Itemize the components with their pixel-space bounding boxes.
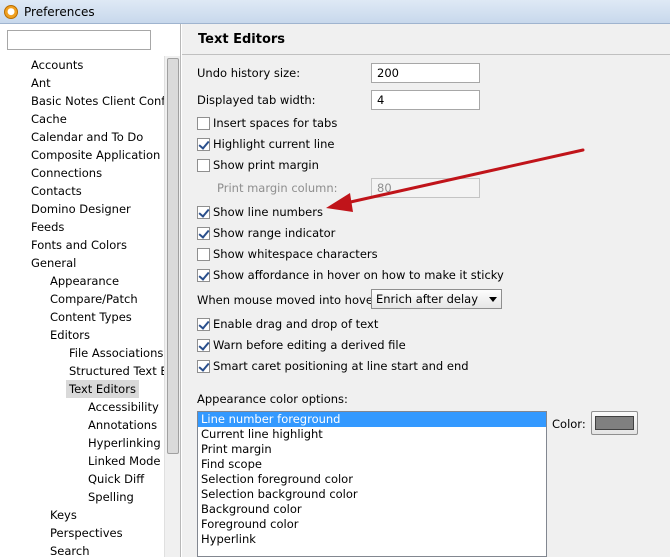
color-option-item[interactable]: Foreground color	[198, 517, 546, 532]
drag-drop-label: Enable drag and drop of text	[213, 317, 379, 331]
highlight-line-checkbox[interactable]: Highlight current line	[197, 136, 334, 152]
insert-spaces-label: Insert spaces for tabs	[213, 116, 338, 130]
affordance-label: Show affordance in hover on how to make …	[213, 268, 504, 282]
tree-item[interactable]: Annotations	[88, 416, 157, 434]
hover-label: When mouse moved into hover:	[197, 293, 382, 307]
tree-item[interactable]: Calendar and To Do	[31, 128, 143, 146]
preferences-tree-pane: Accounts Ant Basic Notes Client Config Cach…	[0, 24, 181, 557]
warn-derived-box[interactable]	[197, 338, 210, 352]
tree-scrollbar[interactable]	[164, 56, 180, 557]
tree-item[interactable]: Hyperlinking	[88, 434, 161, 452]
tree-item[interactable]: Compare/Patch	[50, 290, 138, 308]
line-numbers-checkbox[interactable]: Show line numbers	[197, 204, 323, 220]
tab-width-label: Displayed tab width:	[197, 93, 316, 107]
warn-derived-checkbox[interactable]: Warn before editing a derived file	[197, 337, 406, 353]
color-option-item[interactable]: Background color	[198, 502, 546, 517]
line-numbers-label: Show line numbers	[213, 205, 323, 219]
appearance-color-list[interactable]: Line number foreground Current line highl…	[197, 411, 547, 557]
tree-item[interactable]: File Associations	[69, 344, 163, 362]
print-margin-column-input: 80	[371, 178, 480, 198]
range-indicator-box[interactable]	[197, 226, 210, 240]
tree-item[interactable]: Quick Diff	[88, 470, 144, 488]
tree-item[interactable]: Ant	[31, 74, 51, 92]
tree-item[interactable]: Search	[50, 542, 90, 557]
color-option-item[interactable]: Hyperlink	[198, 532, 546, 547]
tree-item[interactable]: Composite Application E	[31, 146, 164, 164]
tree-scrollbar-thumb[interactable]	[167, 58, 179, 454]
tree-item[interactable]: Structured Text Ec	[69, 362, 164, 380]
color-option-item[interactable]: Current line highlight	[198, 427, 546, 442]
text-editors-page: Text Editors Undo history size: 200 Disp…	[182, 24, 670, 557]
window-title: Preferences	[24, 4, 95, 19]
line-numbers-box[interactable]	[197, 205, 210, 219]
hover-dropdown[interactable]: Enrich after delay	[371, 289, 502, 309]
hover-dropdown-value: Enrich after delay	[376, 292, 479, 306]
color-swatch	[595, 416, 634, 430]
tree-item[interactable]: Contacts	[31, 182, 82, 200]
tree-item[interactable]: Domino Designer	[31, 200, 131, 218]
tree-item[interactable]: Perspectives	[50, 524, 123, 542]
range-indicator-checkbox[interactable]: Show range indicator	[197, 225, 335, 241]
insert-spaces-box[interactable]	[197, 116, 210, 130]
color-option-item[interactable]: Selection background color	[198, 487, 546, 502]
undo-history-input[interactable]: 200	[371, 63, 480, 83]
smart-caret-checkbox[interactable]: Smart caret positioning at line start an…	[197, 358, 469, 374]
drag-drop-checkbox[interactable]: Enable drag and drop of text	[197, 316, 378, 332]
tree-item[interactable]: Editors	[50, 326, 90, 344]
tree-item[interactable]: General	[31, 254, 76, 272]
affordance-checkbox[interactable]: Show affordance in hover on how to make …	[197, 267, 504, 283]
warn-derived-label: Warn before editing a derived file	[213, 338, 406, 352]
tree-item[interactable]: Connections	[31, 164, 102, 182]
preferences-tree: Accounts Ant Basic Notes Client Config Cach…	[0, 56, 164, 557]
range-indicator-label: Show range indicator	[213, 226, 336, 240]
color-option-item[interactable]: Selection foreground color	[198, 472, 546, 487]
appearance-options-label: Appearance color options:	[197, 392, 348, 406]
highlight-line-box[interactable]	[197, 137, 210, 151]
tab-width-input[interactable]: 4	[371, 90, 480, 110]
tree-item[interactable]: Content Types	[50, 308, 132, 326]
tree-item[interactable]: Keys	[50, 506, 77, 524]
print-margin-checkbox[interactable]: Show print margin	[197, 157, 319, 173]
affordance-box[interactable]	[197, 268, 210, 282]
print-margin-label: Show print margin	[213, 158, 319, 172]
color-label: Color:	[552, 417, 586, 431]
page-title: Text Editors	[198, 32, 286, 47]
tree-item[interactable]: Spelling	[88, 488, 134, 506]
tree-item[interactable]: Cache	[31, 110, 67, 128]
header-divider	[182, 54, 670, 55]
chevron-down-icon	[489, 296, 497, 302]
smart-caret-label: Smart caret positioning at line start an…	[213, 359, 469, 373]
color-option-item[interactable]: Line number foreground	[198, 412, 546, 427]
drag-drop-box[interactable]	[197, 317, 210, 331]
tree-item[interactable]: Appearance	[50, 272, 119, 290]
tree-item-selected[interactable]: Text Editors	[66, 380, 139, 398]
whitespace-label: Show whitespace characters	[213, 247, 378, 261]
print-margin-column-label: Print margin column:	[217, 181, 338, 195]
undo-history-label: Undo history size:	[197, 66, 301, 80]
whitespace-checkbox[interactable]: Show whitespace characters	[197, 246, 378, 262]
insert-spaces-checkbox[interactable]: Insert spaces for tabs	[197, 115, 337, 131]
tree-item[interactable]: Accounts	[31, 56, 83, 74]
color-picker-button[interactable]	[591, 411, 638, 435]
tree-item[interactable]: Accessibility	[88, 398, 159, 416]
whitespace-box[interactable]	[197, 247, 210, 261]
tree-item[interactable]: Basic Notes Client Config	[31, 92, 164, 110]
color-option-item[interactable]: Print margin	[198, 442, 546, 457]
title-bar: ● Preferences	[0, 0, 670, 24]
smart-caret-box[interactable]	[197, 359, 210, 373]
print-margin-box[interactable]	[197, 158, 210, 172]
tree-item[interactable]: Feeds	[31, 218, 64, 236]
app-icon: ●	[4, 4, 18, 19]
tree-item[interactable]: Fonts and Colors	[31, 236, 127, 254]
highlight-line-label: Highlight current line	[213, 137, 335, 151]
filter-input[interactable]	[7, 30, 151, 50]
tree-item[interactable]: Linked Mode	[88, 452, 161, 470]
color-option-item[interactable]: Find scope	[198, 457, 546, 472]
